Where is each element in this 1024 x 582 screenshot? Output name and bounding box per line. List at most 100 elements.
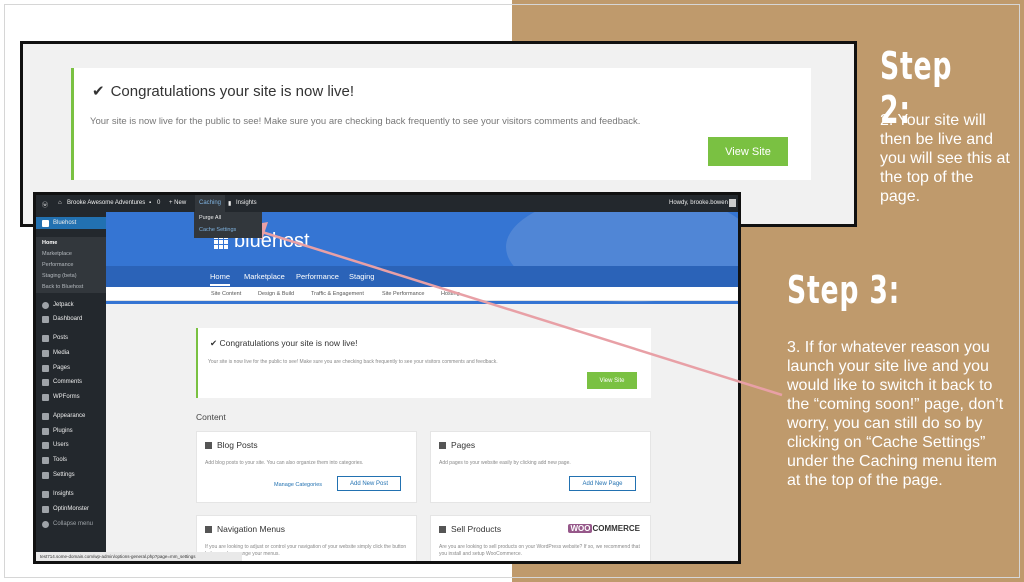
purge-all-item[interactable]: Purge All [194,212,262,224]
sidebar-item-label: WPForms [53,394,80,400]
sidebar-item-pages[interactable]: Pages [36,362,106,374]
card-description: Add blog posts to your site. You can als… [205,460,364,466]
browser-status-url: test714.some-domain.com/wp-admin/options… [36,552,242,561]
subnav-design-build[interactable]: Design & Build [258,291,294,297]
woocommerce-logo-woo: WOO [568,524,593,533]
wpforms-icon [42,393,49,401]
subnav-traffic[interactable]: Traffic & Engagement [311,291,364,297]
sidebar-item-tools[interactable]: Tools [36,454,106,466]
check-icon: ✔ [210,338,218,348]
screenshot-wp-admin: ⓦ ⌂ Brooke Awesome Adventures ▪ 0 + New … [33,192,741,564]
sidebar-collapse-menu[interactable]: Collapse menu [36,518,106,530]
sell-products-card: Sell Products WOO COMMERCE Are you are lo… [430,515,651,561]
comments-icon [42,378,49,386]
admin-sidebar: Bluehost Home Marketplace Performance St… [36,212,106,561]
notice-description: Your site is now live for the public to … [90,116,641,127]
sidebar-item-settings[interactable]: Settings [36,469,106,481]
new-content-link[interactable]: + New [169,200,186,206]
card-title: Pages [439,440,475,450]
site-name-link[interactable]: Brooke Awesome Adventures [67,200,145,206]
card-title-text: Pages [451,440,476,450]
sidebar-item-comments[interactable]: Comments [36,376,106,388]
sidebar-item-optinmonster[interactable]: OptinMonster [36,503,106,515]
sidebar-item-label: Bluehost [53,220,77,226]
sidebar-item-bluehost[interactable]: Bluehost [36,217,106,229]
sidebar-item-posts[interactable]: Posts [36,332,106,344]
site-live-notice: ✔ Congratulations your site is now live! … [71,68,811,180]
sidebar-item-jetpack[interactable]: Jetpack [36,299,106,311]
home-icon[interactable]: ⌂ [58,200,62,206]
sidebar-sub-performance[interactable]: Performance [36,259,106,270]
pin-icon [205,442,212,450]
wrench-icon [42,456,49,464]
sidebar-item-users[interactable]: Users [36,439,106,451]
media-icon [42,349,49,357]
insights-icon[interactable]: ▮ [228,200,231,207]
card-title-text: Navigation Menus [217,524,286,534]
pages-icon [439,442,446,450]
sidebar-sub-back[interactable]: Back to Bluehost [36,281,106,292]
users-icon [42,441,49,449]
sidebar-item-media[interactable]: Media [36,347,106,359]
sidebar-item-label: Posts [53,335,69,341]
menu-icon [205,526,212,534]
wordpress-logo-icon[interactable]: ⓦ [42,200,48,209]
card-description: Are you are looking to sell products on … [439,544,640,557]
sidebar-item-wpforms[interactable]: WPForms [36,391,106,403]
view-site-button[interactable]: View Site [708,137,788,166]
collapse-icon [42,520,49,528]
insights-link[interactable]: Insights [236,200,257,206]
insights-icon [42,490,49,498]
cache-settings-item[interactable]: Cache Settings [194,224,262,236]
jetpack-icon [42,301,49,309]
comment-icon[interactable]: ▪ [149,200,151,206]
sidebar-sub-marketplace[interactable]: Marketplace [36,248,106,259]
sidebar-sub-staging[interactable]: Staging (beta) [36,270,106,281]
site-live-notice-small: ✔ Congratulations your site is now live!… [196,328,651,398]
subnav-hosting[interactable]: Hosting [441,291,460,297]
view-site-button[interactable]: View Site [587,372,637,389]
card-description: Add pages to your website easily by clic… [439,460,571,466]
woocommerce-logo: WOO COMMERCE [568,524,640,533]
blog-posts-card: Blog Posts Add blog posts to your site. … [196,431,417,503]
sidebar-item-dashboard[interactable]: Dashboard [36,313,106,325]
slide: Step 2: 2. Your site will then be live a… [0,0,1024,582]
sidebar-sub-home[interactable]: Home [36,237,106,248]
pages-card: Pages Add pages to your website easily b… [430,431,651,503]
plugin-icon [42,427,49,435]
tab-home[interactable]: Home [210,272,231,286]
comments-count[interactable]: 0 [157,200,160,206]
sidebar-item-insights[interactable]: Insights [36,488,106,500]
tab-staging[interactable]: Staging [349,272,374,281]
caching-menu[interactable]: Caching [195,195,226,212]
notice-title-text: Congratulations your site is now live! [219,338,358,348]
pages-icon [42,364,49,372]
sidebar-item-label: Collapse menu [53,521,94,527]
sidebar-item-label: Settings [53,472,75,478]
avatar[interactable] [729,199,736,207]
sidebar-item-label: Pages [53,365,71,371]
sidebar-item-plugins[interactable]: Plugins [36,425,106,437]
notice-title-text: Congratulations your site is now live! [110,83,355,100]
sidebar-item-label: Plugins [53,428,73,434]
step2-text: 2. Your site will then be live and you w… [880,112,1010,205]
sidebar-item-label: Tools [53,457,68,463]
subnav-site-content[interactable]: Site Content [211,291,241,297]
sidebar-item-label: Appearance [53,413,86,419]
add-new-post-button[interactable]: Add New Post [337,476,401,491]
add-new-page-button[interactable]: Add New Page [569,476,636,491]
bluehost-tabs: Home Marketplace Performance Staging [106,266,738,287]
manage-categories-link[interactable]: Manage Categories [274,482,322,488]
tab-marketplace[interactable]: Marketplace [244,272,285,281]
howdy-user[interactable]: Howdy, brooke.bowen [669,200,728,206]
tab-performance[interactable]: Performance [296,272,339,281]
card-title: Sell Products [439,524,501,534]
cart-icon [439,526,446,534]
sidebar-item-label: Users [53,442,69,448]
check-icon: ✔ [92,83,105,100]
notice-title: ✔ Congratulations your site is now live! [92,82,354,100]
subnav-site-performance[interactable]: Site Performance [382,291,425,297]
card-title-text: Sell Products [451,524,502,534]
sub-navigation: Site Content Design & Build Traffic & En… [106,287,738,301]
sidebar-item-appearance[interactable]: Appearance [36,410,106,422]
